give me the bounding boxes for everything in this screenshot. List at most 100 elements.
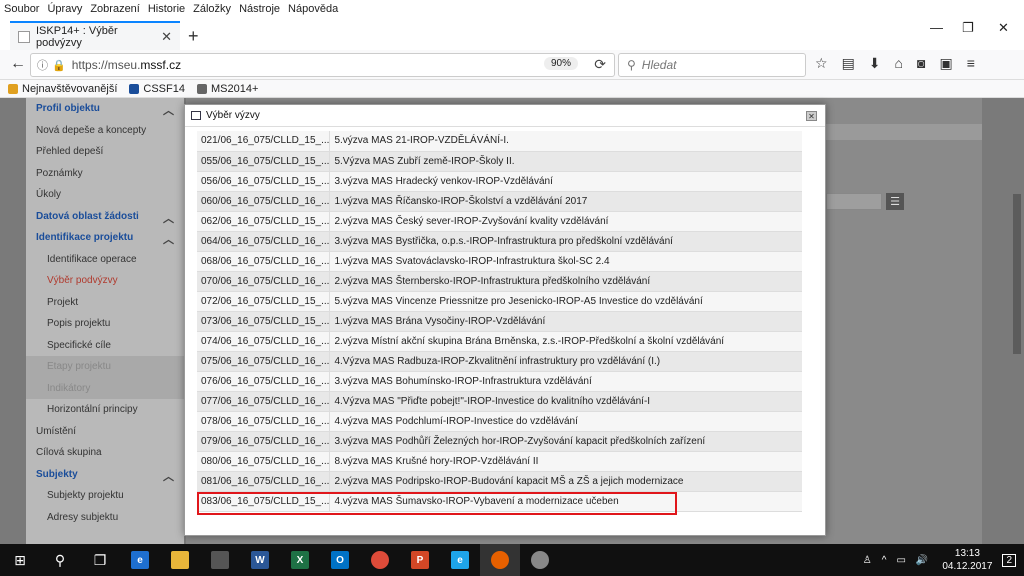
chevron-up-icon[interactable]: ︿ — [163, 468, 174, 484]
store-icon[interactable] — [200, 544, 240, 576]
reading-list-icon[interactable]: ▤ — [842, 55, 855, 72]
table-row[interactable]: 072/06_16_075/CLLD_15_... 5.výzva MAS Vin… — [197, 291, 802, 312]
call-code-cell: 056/06_16_075/CLLD_15_... — [197, 171, 331, 192]
table-row[interactable]: 055/06_16_075/CLLD_15_... 5.Výzva MAS Zub… — [197, 151, 802, 172]
table-row[interactable]: 062/06_16_075/CLLD_15_... 2.výzva MAS Čes… — [197, 211, 802, 232]
table-row[interactable]: 080/06_16_075/CLLD_16_... 8.výzva MAS Kru… — [197, 451, 802, 472]
task-view-icon[interactable]: ❐ — [80, 544, 120, 576]
menu-item[interactable]: Zobrazení — [90, 3, 140, 15]
sidebar-item: Etapy projektu — [26, 356, 184, 378]
sidebar-item[interactable]: Horizontální principy — [26, 399, 184, 421]
edge-icon[interactable]: e — [120, 544, 160, 576]
reload-icon[interactable]: ⟳ — [594, 56, 606, 73]
menu-item[interactable]: Úpravy — [47, 3, 82, 15]
chevron-up-icon[interactable]: ︿ — [163, 210, 174, 226]
people-icon[interactable]: ♙ — [863, 555, 872, 566]
menu-item[interactable]: Historie — [148, 3, 185, 15]
sidebar-item[interactable]: Umístění — [26, 421, 184, 443]
volume-icon[interactable]: 🔊 — [916, 555, 928, 566]
sidebar-item[interactable]: Přehled depeší — [26, 141, 184, 163]
sidebar-item[interactable]: Profil objektu ︿ — [26, 98, 184, 120]
chevron-up-icon[interactable]: ︿ — [163, 231, 174, 247]
home-icon[interactable]: ⌂ — [895, 55, 903, 72]
call-code-cell: 079/06_16_075/CLLD_16_... — [197, 431, 331, 452]
word-icon[interactable]: W — [240, 544, 280, 576]
page-scrollbar[interactable] — [1010, 98, 1024, 544]
sidebar-item[interactable]: Cílová skupina — [26, 442, 184, 464]
menu-item[interactable]: Nápověda — [288, 3, 338, 15]
zoom-level[interactable]: 90% — [543, 57, 578, 70]
menu-item[interactable]: Nástroje — [239, 3, 280, 15]
bookmark-star-icon[interactable]: ☆ — [815, 55, 828, 72]
powerpoint-icon[interactable]: P — [400, 544, 440, 576]
app-icon[interactable] — [520, 544, 560, 576]
table-row[interactable]: 021/06_16_075/CLLD_15_... 5.výzva MAS 21-… — [197, 131, 802, 152]
explorer-icon[interactable] — [160, 544, 200, 576]
notification-icon[interactable]: 2 — [1002, 553, 1016, 567]
excel-icon[interactable]: X — [280, 544, 320, 576]
table-row[interactable]: 076/06_16_075/CLLD_16_... 3.výzva MAS Boh… — [197, 371, 802, 392]
close-window-icon[interactable]: ✕ — [998, 20, 1009, 36]
table-row[interactable]: 074/06_16_075/CLLD_16_... 2.výzva Místní … — [197, 331, 802, 352]
bookmark-item[interactable]: MS2014+ — [196, 83, 258, 95]
table-row[interactable]: 075/06_16_075/CLLD_16_... 4.Výzva MAS Rad… — [197, 351, 802, 372]
table-row[interactable]: 056/06_16_075/CLLD_15_... 3.výzva MAS Hra… — [197, 171, 802, 192]
sidebar-item[interactable]: Subjekty ︿ — [26, 464, 184, 486]
bookmark-item[interactable]: CSSF14 — [129, 83, 185, 95]
call-code-cell: 076/06_16_075/CLLD_16_... — [197, 371, 331, 392]
sidebar-item[interactable]: Adresy subjektu — [26, 507, 184, 529]
list-picker-icon[interactable]: ☰ — [886, 193, 904, 210]
table-row[interactable]: 081/06_16_075/CLLD_16_... 2.výzva MAS Pod… — [197, 471, 802, 492]
info-icon[interactable]: ⓘ — [37, 57, 48, 73]
panel-input-field[interactable] — [826, 193, 882, 210]
table-row[interactable]: 064/06_16_075/CLLD_16_... 3.výzva MAS Bys… — [197, 231, 802, 252]
browser-tab[interactable]: ISKP14+ : Výběr podvýzvy ✕ — [10, 21, 180, 50]
minimize-icon[interactable]: — — [930, 20, 943, 35]
sidebar-item[interactable]: Subjekty projektu — [26, 485, 184, 507]
address-bar[interactable]: ⓘ 🔒 https://mseu.mssf.cz 90% ⟳ — [30, 53, 615, 77]
sidebar-item[interactable]: Nová depeše a koncepty — [26, 120, 184, 142]
restore-icon[interactable]: ❐ — [962, 20, 974, 36]
table-row[interactable]: 060/06_16_075/CLLD_16_... 1.výzva MAS Říč… — [197, 191, 802, 212]
extension-icon[interactable]: ▣ — [939, 55, 952, 72]
sidebar-item[interactable]: Specifické cíle — [26, 335, 184, 357]
sidebar-item[interactable]: Popis projektu — [26, 313, 184, 335]
download-icon[interactable]: ⬇ — [869, 55, 881, 72]
table-row[interactable]: 068/06_16_075/CLLD_16_... 1.výzva MAS Sva… — [197, 251, 802, 272]
tray-chevron-icon[interactable]: ^ — [882, 555, 887, 566]
sidebar-item[interactable]: Identifikace operace — [26, 249, 184, 271]
call-name-cell: 2.výzva MAS Šternbersko-IROP-Infrastrukt… — [329, 271, 802, 292]
sidebar-item[interactable]: Výběr podvýzvy — [26, 270, 184, 292]
pocket-icon[interactable]: ◙ — [917, 55, 925, 72]
menu-item[interactable]: Záložky — [193, 3, 231, 15]
close-tab-icon[interactable]: ✕ — [161, 29, 172, 45]
menu-icon[interactable]: ≡ — [967, 55, 975, 72]
clock[interactable]: 13:13 04.12.2017 — [942, 547, 992, 573]
sidebar-item[interactable]: Datová oblast žádosti ︿ — [26, 206, 184, 228]
new-tab-icon[interactable]: + — [188, 26, 199, 47]
outlook-icon[interactable]: O — [320, 544, 360, 576]
start-icon[interactable]: ⊞ — [0, 544, 40, 576]
sidebar-item[interactable]: Projekt — [26, 292, 184, 314]
chevron-up-icon[interactable]: ︿ — [163, 102, 174, 118]
table-row[interactable]: 077/06_16_075/CLLD_16_... 4.Výzva MAS "Př… — [197, 391, 802, 412]
table-row[interactable]: 070/06_16_075/CLLD_16_... 2.výzva MAS Šte… — [197, 271, 802, 292]
sidebar-item[interactable]: Úkoly — [26, 184, 184, 206]
chrome-icon[interactable] — [360, 544, 400, 576]
back-arrow-icon[interactable]: ← — [10, 55, 26, 73]
firefox-icon[interactable] — [480, 544, 520, 576]
dialog-close-icon[interactable]: ✕ — [806, 111, 817, 121]
search-taskbar-icon[interactable]: ⚲ — [40, 544, 80, 576]
network-icon[interactable]: ▭ — [896, 555, 905, 566]
table-row[interactable]: 078/06_16_075/CLLD_16_... 4.výzva MAS Pod… — [197, 411, 802, 432]
sidebar-item[interactable]: Poznámky — [26, 163, 184, 185]
ie-icon[interactable]: e — [440, 544, 480, 576]
sidebar-item[interactable]: Identifikace projektu ︿ — [26, 227, 184, 249]
table-row[interactable]: 079/06_16_075/CLLD_16_... 3.výzva MAS Pod… — [197, 431, 802, 452]
search-input[interactable]: ⚲ Hledat — [618, 53, 806, 77]
bookmark-item[interactable]: Nejnavštěvovanější — [8, 83, 117, 95]
menu-item[interactable]: Soubor — [4, 3, 39, 15]
call-code-cell: 073/06_16_075/CLLD_15_... — [197, 311, 331, 332]
dialog-header: Výběr výzvy — [185, 105, 825, 127]
table-row[interactable]: 073/06_16_075/CLLD_15_... 1.výzva MAS Brá… — [197, 311, 802, 332]
